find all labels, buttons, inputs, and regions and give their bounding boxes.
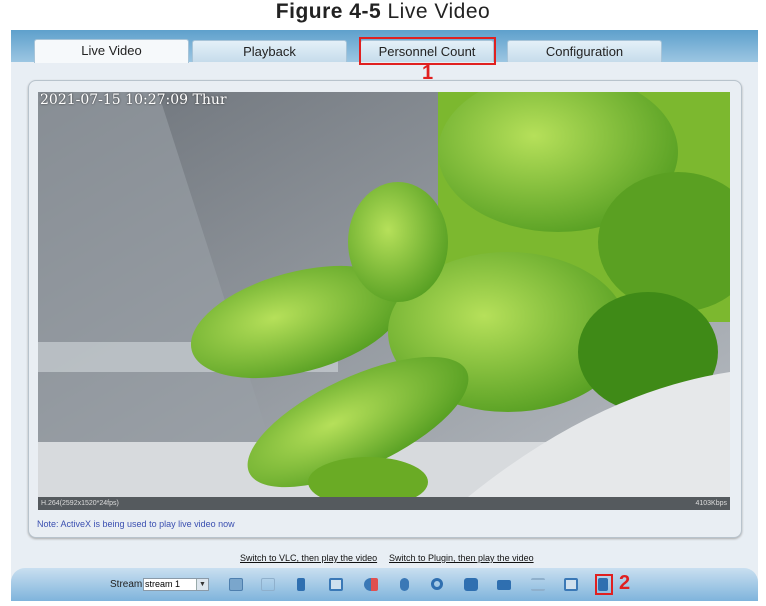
grid-icon[interactable] bbox=[261, 578, 275, 591]
video-frame bbox=[38, 92, 730, 497]
stop-icon[interactable] bbox=[297, 578, 305, 591]
chevron-down-icon: ▼ bbox=[196, 579, 208, 590]
microphone-icon[interactable] bbox=[400, 578, 409, 591]
tab-configuration[interactable]: Configuration bbox=[507, 40, 662, 62]
image-icon[interactable] bbox=[564, 578, 578, 591]
window-icon[interactable] bbox=[329, 578, 343, 591]
callout-number-2: 2 bbox=[619, 572, 631, 594]
snapshot-icon[interactable] bbox=[464, 578, 478, 591]
settings-icon[interactable] bbox=[431, 578, 443, 590]
video-status-bar: H.264(2592x1520*24fps) 4103Kbps bbox=[38, 497, 730, 510]
switch-to-vlc-link[interactable]: Switch to VLC, then play the video bbox=[240, 553, 377, 563]
bitrate: 4103Kbps bbox=[695, 500, 727, 507]
figure-caption: Live Video bbox=[387, 0, 491, 23]
ptz-icon[interactable] bbox=[229, 578, 243, 591]
callout-box-2 bbox=[595, 574, 613, 595]
activex-note: Note: ActiveX is being used to play live… bbox=[37, 519, 235, 529]
video-timestamp: 2021-07-15 10:27:09 Thur bbox=[40, 92, 227, 108]
stream-select[interactable]: stream 1 ▼ bbox=[143, 578, 209, 591]
figure-label: Figure 4-5 bbox=[275, 0, 382, 23]
list-icon[interactable] bbox=[531, 578, 545, 591]
switch-to-plugin-link[interactable]: Switch to Plugin, then play the video bbox=[389, 553, 534, 563]
callout-box-1 bbox=[359, 37, 496, 65]
record-icon[interactable] bbox=[497, 580, 511, 590]
live-video-view[interactable]: 2021-07-15 10:27:09 Thur bbox=[38, 92, 730, 497]
tab-live-video[interactable]: Live Video bbox=[34, 39, 189, 63]
stream-label: Stream bbox=[110, 579, 143, 590]
figure-title: Figure 4-5 Live Video bbox=[0, 0, 766, 24]
codec-info: H.264(2592x1520*24fps) bbox=[41, 500, 119, 507]
tab-playback[interactable]: Playback bbox=[192, 40, 347, 62]
speaker-icon[interactable] bbox=[364, 578, 378, 591]
stream-value: stream 1 bbox=[145, 579, 181, 589]
